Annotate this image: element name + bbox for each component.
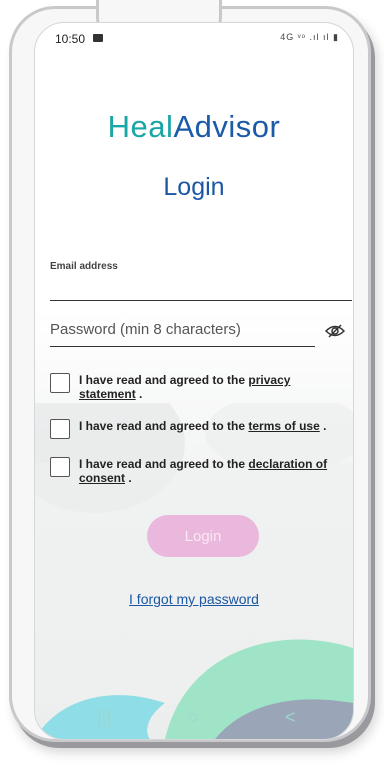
- background-scenery: [35, 403, 353, 739]
- email-label: Email address: [50, 261, 118, 272]
- back-icon[interactable]: <: [285, 707, 296, 728]
- image-notification-icon: [93, 34, 103, 42]
- app-screen: 10:50 4G ᵛᵒ .ıl ıl ▮ HealAdvisor Login E…: [34, 22, 354, 740]
- consent-declaration-text: I have read and agreed to the declaratio…: [79, 457, 328, 485]
- email-field[interactable]: [50, 275, 352, 301]
- status-time: 10:50: [55, 32, 86, 46]
- home-icon[interactable]: ○: [188, 707, 199, 728]
- forgot-password-link[interactable]: I forgot my password: [35, 591, 353, 607]
- privacy-consent-text: I have read and agreed to the privacy st…: [79, 373, 291, 401]
- terms-consent-text: I have read and agreed to the terms of u…: [79, 419, 327, 433]
- consent-checkbox[interactable]: [50, 457, 70, 477]
- eye-off-icon[interactable]: [325, 324, 345, 338]
- password-field[interactable]: [50, 313, 315, 347]
- recent-apps-icon[interactable]: |||: [97, 707, 111, 728]
- page-title: Login: [163, 173, 225, 201]
- privacy-checkbox[interactable]: [50, 373, 70, 393]
- login-button[interactable]: Login: [147, 515, 259, 557]
- app-logo: HealAdvisor: [107, 109, 281, 144]
- status-icons: 4G ᵛᵒ .ıl ıl ▮: [280, 32, 339, 42]
- android-nav-bar: ||| ○ <: [35, 699, 353, 739]
- terms-checkbox[interactable]: [50, 419, 70, 439]
- terms-of-use-link[interactable]: terms of use: [248, 419, 319, 433]
